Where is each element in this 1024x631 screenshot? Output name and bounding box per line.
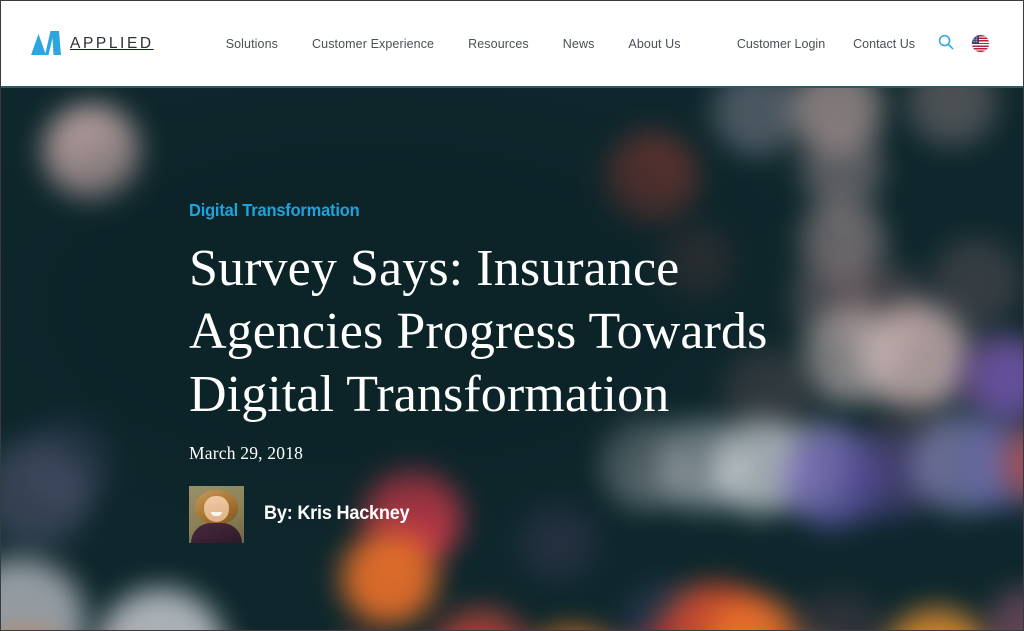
customer-login-link[interactable]: Customer Login bbox=[723, 31, 839, 57]
byline: By: Kris Hackney bbox=[189, 485, 789, 543]
author-name: By: Kris Hackney bbox=[264, 503, 410, 524]
search-icon bbox=[938, 34, 954, 53]
header-divider bbox=[1, 86, 1023, 88]
hero-category-label[interactable]: Digital Transformation bbox=[189, 201, 753, 220]
logo-wordmark: APPLIED bbox=[70, 34, 154, 52]
primary-navigation: Solutions Customer Experience Resources … bbox=[209, 31, 698, 57]
applied-logo-mark bbox=[31, 30, 61, 57]
hero-banner: Digital Transformation Survey Says: Insu… bbox=[1, 88, 1023, 630]
nav-item-news[interactable]: News bbox=[546, 31, 612, 57]
page-title: Survey Says: Insurance Agencies Progress… bbox=[189, 239, 768, 423]
page-root: APPLIED Solutions Customer Experience Re… bbox=[0, 0, 1024, 631]
us-flag-icon bbox=[971, 35, 989, 52]
hero-content: Digital Transformation Survey Says: Insu… bbox=[189, 88, 789, 543]
nav-item-customer-experience[interactable]: Customer Experience bbox=[295, 31, 451, 57]
language-selector-button[interactable] bbox=[963, 27, 997, 61]
contact-us-link[interactable]: Contact Us bbox=[839, 31, 929, 57]
search-button[interactable] bbox=[929, 27, 963, 61]
publish-date: March 29, 2018 bbox=[189, 442, 304, 463]
header-utility-area: Customer Login Contact Us bbox=[723, 27, 997, 61]
nav-item-solutions[interactable]: Solutions bbox=[209, 31, 295, 57]
author-avatar bbox=[189, 485, 244, 543]
site-header: APPLIED Solutions Customer Experience Re… bbox=[1, 1, 1023, 86]
site-logo[interactable]: APPLIED bbox=[31, 30, 154, 57]
nav-item-resources[interactable]: Resources bbox=[451, 31, 546, 57]
nav-item-about-us[interactable]: About Us bbox=[611, 31, 697, 57]
